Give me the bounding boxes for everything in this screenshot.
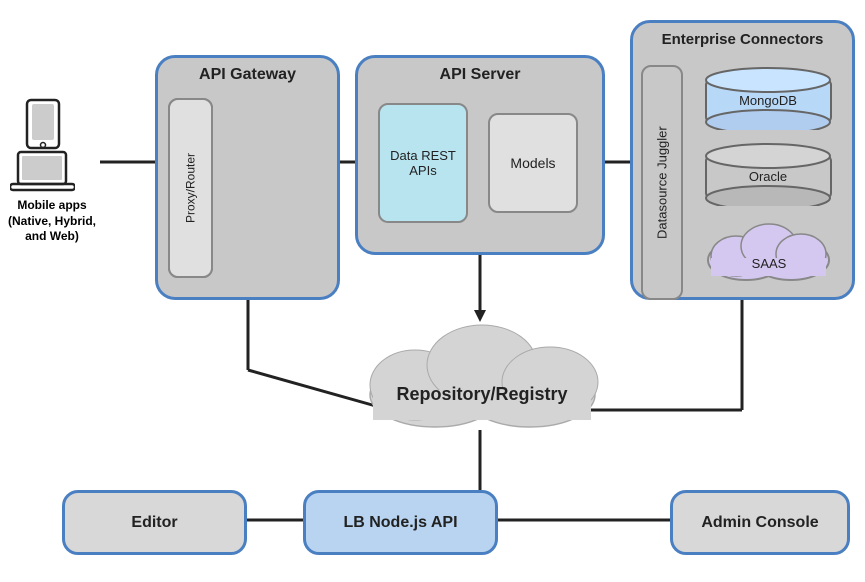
- editor-box: Editor: [62, 490, 247, 555]
- enterprise-connectors-label: Enterprise Connectors: [633, 31, 852, 48]
- api-server-container: API Server Data REST APIs Models: [355, 55, 605, 255]
- datasource-juggler: Datasource Juggler: [641, 65, 683, 300]
- lb-node-box: LB Node.js API: [303, 490, 498, 555]
- svg-text:Repository/Registry: Repository/Registry: [396, 384, 567, 404]
- svg-text:MongoDB: MongoDB: [739, 93, 797, 108]
- api-server-label: API Server: [358, 66, 602, 84]
- svg-text:SAAS: SAAS: [752, 256, 787, 271]
- saas-component: SAAS: [701, 218, 836, 283]
- svg-text:Oracle: Oracle: [749, 169, 787, 184]
- api-gateway-container: API Gateway oAuth 2.0 Mediation Proxy/Ro…: [155, 55, 340, 300]
- laptop-icon: [10, 150, 75, 200]
- models-component: Models: [488, 113, 578, 213]
- proxy-router-component: Proxy/Router: [168, 98, 213, 278]
- oracle-component: Oracle: [701, 141, 836, 206]
- admin-console-box: Admin Console: [670, 490, 850, 555]
- phone-icon: [22, 98, 64, 158]
- repository-cloud: Repository/Registry: [355, 310, 610, 430]
- enterprise-connectors-container: Enterprise Connectors Datasource Juggler…: [630, 20, 855, 300]
- api-gateway-label: API Gateway: [158, 66, 337, 84]
- mobile-apps-label: Mobile apps (Native, Hybrid, and Web): [2, 198, 102, 245]
- data-rest-component: Data REST APIs: [378, 103, 468, 223]
- mongodb-component: MongoDB: [701, 65, 836, 130]
- diagram: Mobile apps (Native, Hybrid, and Web) AP…: [0, 0, 865, 582]
